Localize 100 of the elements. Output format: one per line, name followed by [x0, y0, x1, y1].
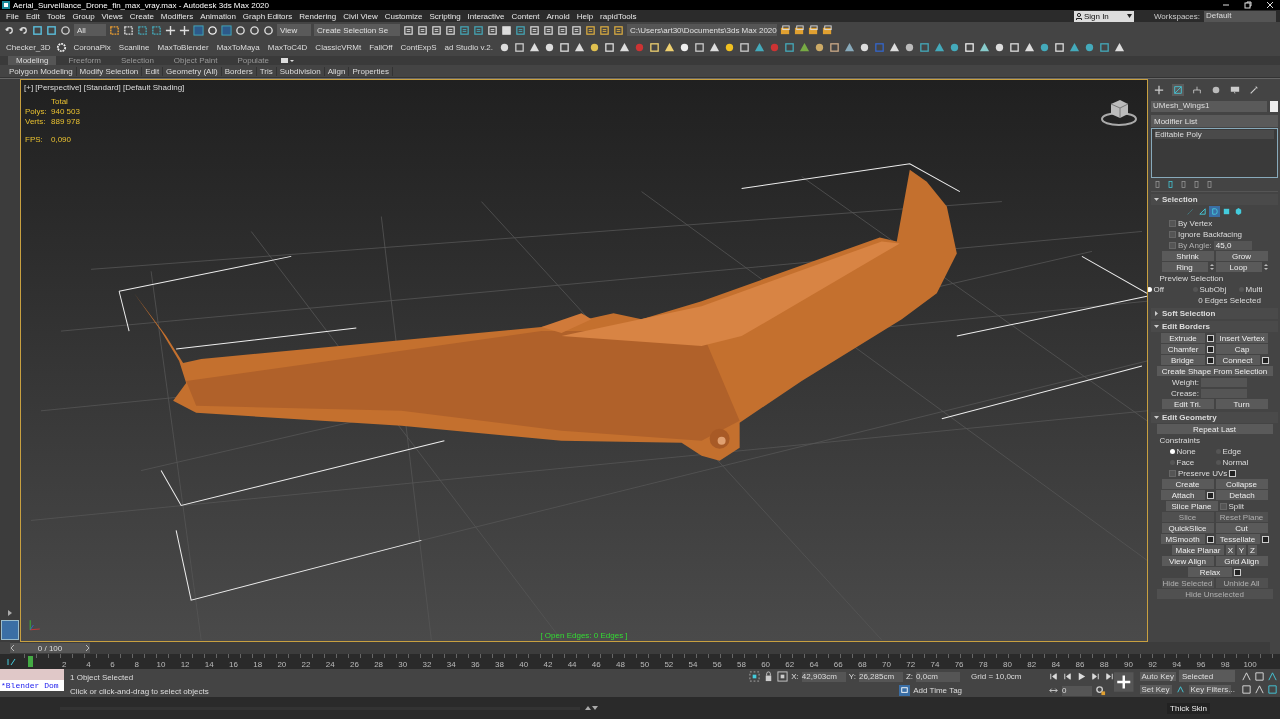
panel-button[interactable]: Grid Align — [1215, 556, 1268, 566]
ribbon-panel-tab[interactable]: Align — [324, 66, 350, 76]
settings-icon[interactable] — [1229, 469, 1237, 477]
tool-icon[interactable] — [948, 41, 960, 53]
ribbon-panel-tab[interactable]: Polygon Modeling — [6, 66, 77, 76]
previous-key-icon[interactable] — [1062, 671, 1073, 682]
panel-button[interactable]: Ring — [1161, 262, 1208, 272]
selection-filter-dropdown[interactable]: All — [74, 24, 106, 36]
ribbon-panel-tab[interactable]: Geometry (All) — [163, 66, 222, 76]
panel-button[interactable]: View Align — [1161, 556, 1214, 566]
next-key-icon[interactable] — [1090, 671, 1101, 682]
tool-icon[interactable] — [46, 24, 57, 36]
time-slider-thumb[interactable]: 0 / 100 — [10, 643, 90, 653]
folder-icon[interactable] — [780, 24, 791, 36]
tool-icon[interactable] — [723, 41, 735, 53]
panel-button[interactable]: Grow — [1215, 251, 1268, 261]
viewport[interactable]: [+] [Perspective] [Standard] [Default Shading] Total Polys: 940 503 Verts: 889 978 FPS: 0,090 [ Open Edges: 0 Edges ] — [20, 79, 1148, 642]
workspace-dropdown[interactable]: Default — [1204, 10, 1276, 22]
time-config-icon[interactable] — [1095, 685, 1106, 696]
viewport-navigation-icon[interactable] — [1266, 671, 1278, 682]
menu-item[interactable]: Animation — [200, 11, 243, 21]
menu-item[interactable]: Edit — [25, 11, 47, 21]
settings-icon[interactable] — [1261, 535, 1269, 543]
modifier-list-dropdown[interactable]: Modifier List — [1151, 115, 1278, 127]
menu-item[interactable]: Tools — [46, 11, 73, 21]
key-icon[interactable] — [1174, 684, 1186, 695]
panel-button[interactable]: Create Shape From Selection — [1156, 366, 1273, 376]
menu-item[interactable]: Group — [72, 11, 102, 21]
tool-icon[interactable] — [603, 41, 615, 53]
tool-icon[interactable] — [1113, 41, 1125, 53]
frame-marker-icon[interactable] — [28, 656, 33, 667]
expand-arrow-icon[interactable] — [6, 609, 14, 617]
tool-icon[interactable] — [109, 24, 120, 36]
viewport-navigation-icon[interactable] — [1253, 684, 1265, 695]
tool-icon[interactable] — [1053, 41, 1065, 53]
edge-icon[interactable] — [1197, 206, 1208, 217]
ribbon-tab[interactable]: Modeling — [8, 56, 57, 65]
panel-button[interactable]: Turn — [1215, 399, 1268, 409]
tool-icon[interactable] — [585, 24, 596, 36]
settings-icon[interactable] — [1207, 491, 1214, 499]
menu-item[interactable]: Modifiers — [160, 11, 201, 21]
panel-button[interactable]: MSmooth — [1160, 534, 1205, 544]
tool-icon[interactable] — [1008, 41, 1020, 53]
menu-item[interactable]: Civil View — [343, 11, 385, 21]
panel-button[interactable]: Edit Tri. — [1161, 399, 1214, 409]
tool-icon[interactable] — [1083, 41, 1095, 53]
tool-icon[interactable] — [18, 24, 29, 36]
object-color-swatch[interactable] — [1270, 101, 1278, 112]
resize-handle-icon[interactable] — [584, 705, 598, 711]
tool-icon[interactable] — [543, 41, 555, 53]
listener-input-field[interactable]: *Blender Dom — [0, 680, 64, 691]
panel-button[interactable]: Chamfer — [1161, 344, 1205, 354]
go-to-end-icon[interactable] — [1104, 671, 1115, 682]
panel-button[interactable]: Relax — [1188, 567, 1232, 577]
create-icon[interactable] — [1153, 84, 1165, 96]
reference-coordinate-dropdown[interactable]: View — [277, 24, 311, 36]
spinner-arrows-icon[interactable] — [1209, 263, 1214, 271]
tool-icon[interactable] — [498, 41, 510, 53]
script-button[interactable]: FallOff — [367, 42, 395, 52]
viewport-navigation-icon[interactable] — [1240, 684, 1252, 695]
transform-mode-icon[interactable] — [777, 671, 789, 682]
viewport-navigation-icon[interactable] — [1266, 684, 1278, 695]
script-button[interactable]: Scanline — [116, 42, 152, 52]
tool-icon[interactable] — [573, 41, 585, 53]
panel-button[interactable]: Cut — [1215, 523, 1268, 533]
tool-icon[interactable] — [843, 41, 855, 53]
tool-icon[interactable] — [618, 41, 630, 53]
menu-item[interactable]: Graph Editors — [242, 11, 300, 21]
panel-button[interactable]: Connect — [1215, 355, 1260, 365]
viewport-label[interactable]: [+] [Perspective] [Standard] [Default Shading] — [24, 83, 185, 92]
rollout-toggle-icon[interactable] — [1154, 415, 1159, 420]
sign-in-dropdown[interactable]: Sign In — [1073, 10, 1134, 22]
ribbon-panel-tab[interactable]: Borders — [221, 66, 257, 76]
time-slider-track[interactable]: 0 / 100 — [10, 642, 1270, 654]
panel-button[interactable]: X — [1226, 545, 1235, 555]
script-button[interactable]: ClassicVRMt — [313, 42, 364, 52]
tool-icon[interactable] — [528, 41, 540, 53]
panel-button[interactable]: Z — [1248, 545, 1257, 555]
tool-icon[interactable] — [753, 41, 765, 53]
tool-icon[interactable] — [858, 41, 870, 53]
tool-icon[interactable] — [1038, 41, 1050, 53]
tool-icon[interactable] — [963, 41, 975, 53]
selection-set-dropdown[interactable]: Create Selection Se — [314, 24, 400, 36]
panel-button[interactable]: Attach — [1161, 490, 1205, 500]
y-coordinate-field[interactable]: 26,285cm — [858, 671, 903, 682]
ribbon-tab[interactable]: Freeform — [60, 56, 109, 65]
x-coordinate-field[interactable]: 42,903cm — [801, 671, 846, 682]
spinner-arrows-icon[interactable] — [1263, 263, 1268, 271]
panel-button[interactable]: Cap — [1216, 344, 1268, 354]
object-name-field[interactable]: UMesh_Wings1 — [1151, 101, 1267, 112]
tool-icon[interactable] — [978, 41, 990, 53]
menu-item[interactable]: Arnold — [546, 11, 577, 21]
panel-button[interactable]: Slice Plane — [1165, 501, 1218, 511]
settings-icon[interactable] — [1206, 535, 1214, 543]
rollout-toggle-icon[interactable] — [1154, 197, 1159, 202]
next-frame-icon[interactable] — [84, 644, 90, 652]
tool-icon[interactable] — [903, 41, 915, 53]
project-path-dropdown[interactable]: C:\Users\art30\Documents\3ds Max 2020 — [627, 24, 777, 36]
tool-icon[interactable] — [4, 24, 15, 36]
settings-icon[interactable] — [1261, 356, 1269, 364]
